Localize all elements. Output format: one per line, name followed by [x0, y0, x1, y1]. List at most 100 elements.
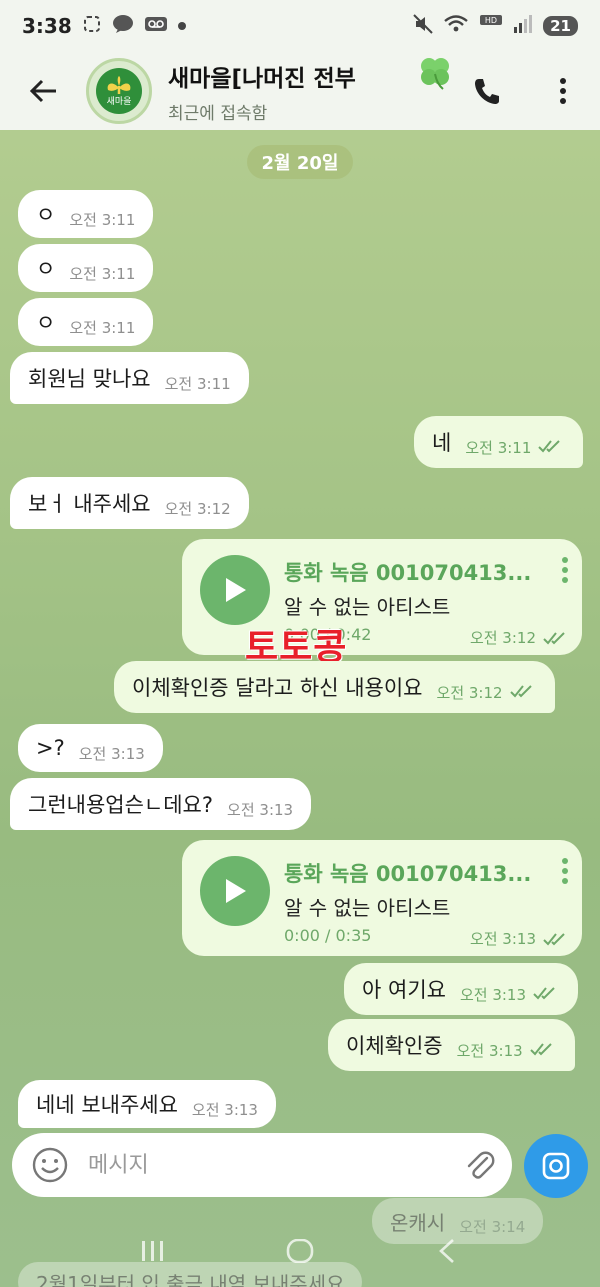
read-checkmarks-icon — [543, 631, 565, 644]
audio-message[interactable]: 통화 녹음 001070413... 알 수 없는 아티스트 0:00 / 0:… — [182, 840, 582, 956]
call-button[interactable] — [462, 66, 512, 116]
read-checkmarks-icon — [529, 1031, 557, 1060]
message-incoming[interactable]: ㅇ 오전 3:11 — [18, 190, 154, 238]
read-checkmarks-icon — [509, 673, 537, 702]
message-time: 오전 3:11 — [69, 318, 136, 337]
avatar-text: 새마을 — [103, 94, 135, 107]
message-incoming[interactable]: 보ㅓ 내주세요 오전 3:12 — [10, 477, 249, 529]
home-icon — [286, 1239, 314, 1263]
message-time: 오전 3:13 — [469, 930, 536, 948]
talk-icon — [112, 14, 134, 38]
date-separator: 2월 20일 — [247, 145, 353, 179]
message-text: 네 — [432, 431, 452, 455]
play-icon — [226, 578, 246, 602]
read-checkmarks-icon — [537, 428, 565, 457]
back-button[interactable] — [0, 52, 86, 130]
message-text: 보ㅓ 내주세요 — [28, 492, 151, 516]
message-time: 오전 3:13 — [191, 1100, 258, 1119]
message-time: 오전 3:12 — [436, 683, 503, 702]
hd-voice-icon: HD — [479, 14, 503, 39]
emoji-button[interactable] — [12, 1133, 88, 1197]
dot-icon — [177, 18, 186, 34]
system-nav-bar — [0, 1215, 600, 1287]
message-time: 오전 3:12 — [469, 629, 536, 647]
phone-icon — [475, 79, 499, 104]
mute-icon — [413, 13, 433, 39]
battery-indicator: 21 — [543, 16, 578, 36]
play-button[interactable] — [200, 555, 270, 625]
camera-button[interactable] — [524, 1134, 588, 1198]
message-time: 오전 3:13 — [456, 1041, 523, 1060]
message-text: 이체확인증 — [346, 1034, 443, 1058]
more-button[interactable] — [538, 66, 588, 116]
back-chevron-icon — [438, 1239, 454, 1263]
attach-button[interactable] — [456, 1141, 504, 1189]
message-text: ㅇ — [36, 203, 56, 227]
wifi-icon — [443, 14, 469, 39]
message-incoming[interactable]: ㅇ 오전 3:11 — [18, 298, 154, 346]
message-incoming[interactable]: 네네 보내주세요 오전 3:13 — [18, 1080, 276, 1128]
message-incoming[interactable]: 회원님 맞나요 오전 3:11 — [10, 352, 249, 404]
audio-message[interactable]: 통화 녹음 001070413... 알 수 없는 아티스트 0:00 / 0:… — [182, 539, 582, 655]
message-text: 회원님 맞나요 — [28, 367, 151, 391]
message-outgoing[interactable]: 아 여기요 오전 3:13 — [344, 963, 579, 1015]
camera-icon — [542, 1152, 570, 1180]
audio-duration: 0:00 / 0:35 — [284, 926, 372, 945]
message-outgoing[interactable]: 이체확인증 오전 3:13 — [328, 1019, 575, 1071]
message-time: 오전 3:13 — [78, 744, 145, 763]
audio-artist: 알 수 없는 아티스트 — [284, 595, 451, 619]
message-time: 오전 3:11 — [69, 210, 136, 229]
audio-menu-icon[interactable] — [562, 858, 568, 888]
message-time: 오전 3:11 — [164, 374, 231, 393]
message-text: ㅇ — [36, 257, 56, 281]
audio-artist: 알 수 없는 아티스트 — [284, 896, 451, 920]
back-arrow-icon — [29, 79, 56, 103]
leaf-logo-icon — [96, 68, 142, 114]
message-time: 오전 3:12 — [164, 499, 231, 518]
audio-menu-icon[interactable] — [562, 557, 568, 587]
clover-icon — [415, 54, 455, 94]
message-input[interactable] — [88, 1152, 448, 1178]
back-nav-button[interactable] — [417, 1226, 477, 1276]
message-time: 오전 3:11 — [69, 264, 136, 283]
message-outgoing[interactable]: 네 오전 3:11 — [414, 416, 584, 468]
read-checkmarks-icon — [532, 975, 560, 1004]
message-composer — [12, 1133, 512, 1197]
message-incoming[interactable]: 그런내용업슨ㄴ데요? 오전 3:13 — [10, 778, 312, 830]
message-time-row: 오전 3:12 — [470, 627, 570, 648]
message-text: 네네 보내주세요 — [36, 1093, 178, 1117]
avatar[interactable]: 새마을 — [86, 58, 152, 124]
read-checkmarks-icon — [543, 932, 565, 945]
signal-icon — [513, 14, 533, 39]
chat-header: 새마을 새마을[나머진 전부 최근에 접속함 — [0, 52, 600, 130]
audio-title: 통화 녹음 001070413... — [284, 862, 532, 886]
recent-apps-icon — [142, 1241, 164, 1261]
message-outgoing[interactable]: 이체확인증 달라고 하신 내용이요 오전 3:12 — [114, 661, 555, 713]
message-text: 그런내용업슨ㄴ데요? — [28, 793, 214, 817]
message-time: 오전 3:11 — [465, 438, 532, 457]
paperclip-icon — [467, 1151, 495, 1179]
recent-apps-button[interactable] — [123, 1226, 183, 1276]
message-text: 이체확인증 달라고 하신 내용이요 — [132, 676, 423, 700]
message-incoming[interactable]: ㅇ 오전 3:11 — [18, 244, 154, 292]
home-button[interactable] — [270, 1226, 330, 1276]
message-text: ㅇ — [36, 311, 56, 335]
more-vert-icon — [560, 78, 566, 104]
status-time: 3:38 — [22, 14, 72, 38]
message-text: 아 여기요 — [362, 978, 446, 1002]
chat-title: 새마을[나머진 전부 — [168, 65, 356, 92]
chat-title-area[interactable]: 새마을[나머진 전부 최근에 접속함 — [168, 59, 438, 124]
audio-title: 통화 녹음 001070413... — [284, 561, 532, 585]
chat-subtitle: 최근에 접속함 — [168, 103, 268, 124]
svg-text:HD: HD — [485, 16, 497, 25]
message-incoming[interactable]: >? 오전 3:13 — [18, 724, 163, 772]
screenshot-icon — [82, 14, 102, 38]
play-icon — [226, 879, 246, 903]
message-time: 오전 3:13 — [459, 985, 527, 1004]
voicemail-icon — [144, 14, 168, 38]
message-time: 오전 3:13 — [227, 800, 294, 819]
play-button[interactable] — [200, 856, 270, 926]
emoji-icon — [32, 1147, 68, 1183]
message-time-row: 오전 3:13 — [470, 928, 570, 949]
message-text: >? — [36, 736, 65, 760]
